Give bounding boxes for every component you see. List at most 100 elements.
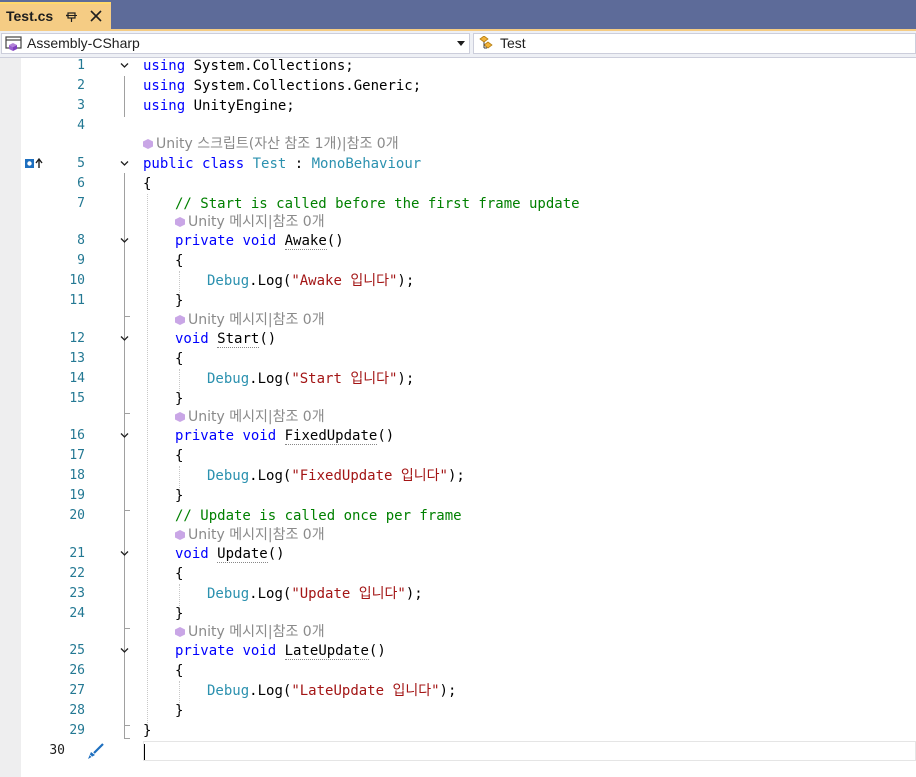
code-line: 9 { (0, 251, 916, 271)
line-number: 4 (77, 118, 85, 133)
code-text: using UnityEngine; (143, 98, 295, 114)
code-line: 18 Debug.Log("FixedUpdate 입니다"); (0, 466, 916, 486)
project-icon (5, 36, 22, 51)
code-text: void Start() (175, 331, 277, 348)
line-number: 10 (69, 273, 85, 288)
line-number: 21 (69, 546, 85, 561)
tab-bar: Test.cs (0, 0, 916, 29)
code-line: 4 (0, 116, 916, 136)
line-number: 13 (69, 351, 85, 366)
code-line: 10 Debug.Log("Awake 입니다"); (0, 271, 916, 291)
code-text: } (175, 293, 184, 309)
codelens-script[interactable]: Unity 스크립트(자산 참조 1개)|참조 0개 (143, 135, 399, 153)
current-line-highlight (143, 741, 916, 761)
tab-test-cs[interactable]: Test.cs (0, 2, 111, 29)
code-line: 6 { (0, 174, 916, 194)
collapse-icon[interactable] (120, 549, 129, 558)
code-text: { (175, 253, 184, 269)
code-text: { (143, 176, 152, 192)
line-number: 12 (69, 331, 85, 346)
code-editor[interactable]: 1 using System.Collections; 2 using Syst… (0, 58, 916, 777)
code-line: 14 Debug.Log("Start 입니다"); (0, 369, 916, 389)
line-number: 1 (77, 58, 85, 73)
collapse-icon[interactable] (120, 646, 129, 655)
line-number: 26 (69, 663, 85, 678)
code-line: 17 { (0, 446, 916, 466)
code-line: 13 { (0, 349, 916, 369)
code-cleanup-brush-icon[interactable] (86, 741, 106, 761)
unity-icon (175, 217, 185, 227)
code-line: 28 } (0, 701, 916, 721)
code-text: } (143, 723, 152, 739)
codelens-message[interactable]: Unity 메시지|참조 0개 (175, 623, 325, 641)
code-text: Debug.Log("Update 입니다"); (207, 586, 423, 602)
code-line: 16 private void FixedUpdate() (0, 426, 916, 446)
code-text: { (175, 351, 184, 367)
code-text: Debug.Log("LateUpdate 입니다"); (207, 683, 457, 699)
code-text: using System.Collections; (143, 58, 354, 74)
code-lines: 1 using System.Collections; 2 using Syst… (0, 58, 916, 777)
close-icon[interactable] (89, 9, 103, 23)
codelens-message[interactable]: Unity 메시지|참조 0개 (175, 311, 325, 329)
line-number: 20 (69, 508, 85, 523)
code-line: 2 using System.Collections.Generic; (0, 76, 916, 96)
line-number: 22 (69, 566, 85, 581)
collapse-icon[interactable] (120, 334, 129, 343)
chevron-down-icon[interactable] (457, 41, 465, 46)
line-number: 29 (69, 723, 85, 738)
code-text: using System.Collections.Generic; (143, 78, 422, 94)
code-text: private void Awake() (175, 233, 344, 250)
pin-icon[interactable] (66, 9, 78, 23)
codelens-message[interactable]: Unity 메시지|참조 0개 (175, 408, 325, 426)
codelens-message[interactable]: Unity 메시지|참조 0개 (175, 526, 325, 544)
project-name: Assembly-CSharp (27, 35, 140, 51)
line-number: 7 (77, 196, 85, 211)
code-line: 21 void Update() (0, 544, 916, 564)
line-number: 9 (77, 253, 85, 268)
line-number: 11 (69, 293, 85, 308)
code-line: 7 // Start is called before the first fr… (0, 194, 916, 214)
code-line: 11 } (0, 291, 916, 311)
collapse-icon[interactable] (120, 431, 129, 440)
collapse-icon[interactable] (120, 61, 129, 70)
class-members-icon (479, 36, 493, 49)
code-line: 27 Debug.Log("LateUpdate 입니다"); (0, 681, 916, 701)
code-text: } (175, 703, 184, 719)
text-caret (144, 744, 145, 760)
line-number: 27 (69, 683, 85, 698)
member-dropdown[interactable]: Test (473, 33, 916, 54)
code-text: } (175, 488, 184, 504)
code-text: private void LateUpdate() (175, 643, 386, 660)
line-number: 8 (77, 233, 85, 248)
line-number: 18 (69, 468, 85, 483)
line-number: 25 (69, 643, 85, 658)
code-text: { (175, 663, 184, 679)
code-text: Debug.Log("FixedUpdate 입니다"); (207, 468, 465, 484)
code-line: 23 Debug.Log("Update 입니다"); (0, 584, 916, 604)
code-line: 24 } (0, 604, 916, 624)
unity-icon (175, 530, 185, 540)
code-text: private void FixedUpdate() (175, 428, 395, 445)
collapse-icon[interactable] (120, 236, 129, 245)
code-comment: // Start is called before the first fram… (175, 196, 580, 212)
code-line: 5 public class Test : MonoBehaviour (0, 154, 916, 174)
code-comment: // Update is called once per frame (175, 508, 462, 524)
code-line: 8 private void Awake() (0, 231, 916, 251)
line-number: 16 (69, 428, 85, 443)
code-text: void Update() (175, 546, 285, 563)
unity-icon (175, 627, 185, 637)
codelens-message[interactable]: Unity 메시지|참조 0개 (175, 213, 325, 231)
collapse-icon[interactable] (120, 159, 129, 168)
line-number: 3 (77, 98, 85, 113)
code-line: 29 } (0, 721, 916, 741)
code-line: 25 private void LateUpdate() (0, 641, 916, 661)
code-text: { (175, 566, 184, 582)
code-text: } (175, 606, 184, 622)
unity-icon (175, 315, 185, 325)
line-number: 2 (77, 78, 85, 93)
unity-icon (175, 412, 185, 422)
code-line: 12 void Start() (0, 329, 916, 349)
code-text: { (175, 448, 184, 464)
project-dropdown[interactable]: Assembly-CSharp (1, 33, 470, 54)
line-number: 15 (69, 391, 85, 406)
